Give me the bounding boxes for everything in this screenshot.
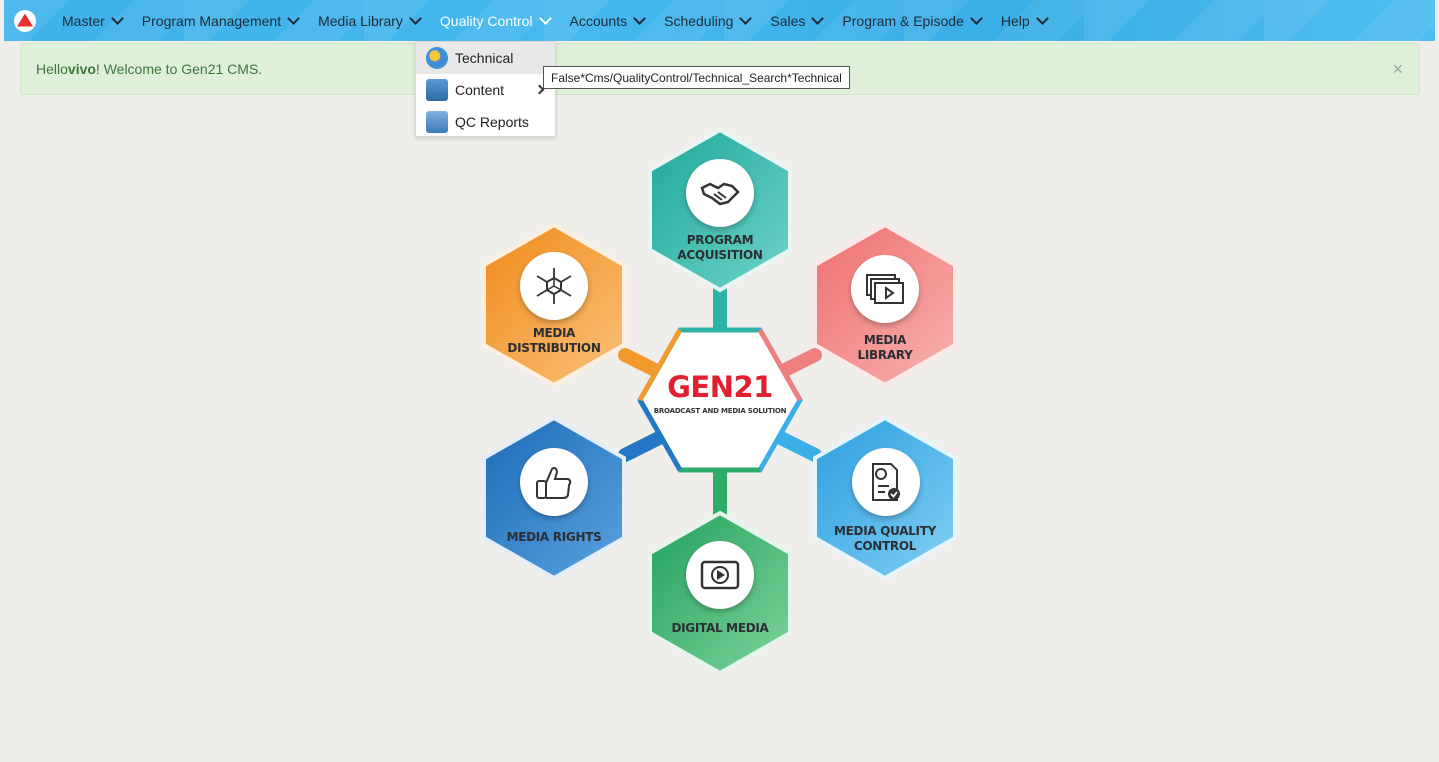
nav-quality-control[interactable]: Quality Control [430,0,560,41]
nav-label: Master [62,12,105,29]
chevron-down-icon [538,12,552,25]
nav-program-management[interactable]: Program Management [132,0,308,41]
module-label: MEDIA [532,326,576,340]
gen21-modules-graphic: GEN21 BROADCAST AND MEDIA SOLUTION PROGR… [470,125,970,680]
nav-label: Help [1000,12,1030,29]
close-icon[interactable]: × [1392,60,1403,78]
nav-media-library[interactable]: Media Library [308,0,430,41]
module-digital-media[interactable]: DIGITAL MEDIA [660,621,780,636]
module-label: MEDIA RIGHTS [506,530,602,544]
menu-item-qc-reports[interactable]: QC Reports [416,106,555,138]
nav-label: Media Library [318,12,403,29]
nav-scheduling[interactable]: Scheduling [654,0,760,41]
module-label: MEDIA [863,333,907,347]
nav-help[interactable]: Help [991,0,1057,41]
thumbs-up-icon[interactable] [520,448,588,516]
alert-message: ! Welcome to Gen21 CMS. [95,61,263,77]
book-icon [426,79,448,101]
nav-label: Accounts [569,12,628,29]
menu-item-technical[interactable]: Technical [416,42,555,74]
nav-label: Sales [770,12,806,29]
menu-item-content[interactable]: Content [416,74,555,106]
report-icon [426,111,448,133]
gen21-logo-title: GEN21 [667,370,773,404]
nav-label: Program & Episode [842,12,964,29]
gen21-logo-subtitle: BROADCAST AND MEDIA SOLUTION [653,407,787,415]
menu-item-label: Technical [455,50,514,66]
module-label: CONTROL [853,539,917,553]
top-navbar: Master Program Management Media Library … [4,0,1435,41]
module-program-acquisition[interactable]: PROGRAM ACQUISITION [660,233,780,263]
handshake-icon[interactable] [686,159,754,227]
tooltip: False*Cms/QualityControl/Technical_Searc… [543,66,850,89]
module-label: MEDIA QUALITY [834,524,936,538]
module-label: DIGITAL MEDIA [671,621,769,635]
nav-label: Program Management [141,12,282,29]
gear-icon [426,47,448,69]
chevron-down-icon [739,12,753,25]
nav-master[interactable]: Master [52,0,132,41]
module-label: PROGRAM [686,233,754,247]
menu-item-label: QC Reports [455,114,529,130]
module-media-rights[interactable]: MEDIA RIGHTS [494,530,614,545]
quality-report-icon[interactable] [852,448,920,516]
chevron-down-icon [811,12,825,25]
module-label: ACQUISITION [677,248,763,262]
media-library-icon[interactable] [851,255,919,323]
distribution-icon[interactable] [520,252,588,320]
chevron-down-icon [409,12,422,25]
module-media-quality-control[interactable]: MEDIA QUALITY CONTROL [825,524,945,554]
alert-username: vivo [67,61,96,77]
nav-program-episode[interactable]: Program & Episode [832,0,990,41]
chevron-down-icon [1035,12,1049,25]
chevron-down-icon [287,12,300,25]
module-media-library[interactable]: MEDIA LIBRARY [825,333,945,363]
module-media-distribution[interactable]: MEDIA DISTRIBUTION [494,326,614,356]
play-icon[interactable] [686,541,754,609]
chevron-down-icon [633,12,646,25]
nav-sales[interactable]: Sales [760,0,832,41]
nav-accounts[interactable]: Accounts [560,0,655,41]
chevron-down-icon [110,12,124,25]
alert-hello: Hello [36,61,68,77]
quality-control-dropdown: Technical Content QC Reports [415,41,556,137]
app-logo-icon[interactable] [14,9,36,32]
nav-label: Quality Control [439,12,533,29]
nav-label: Scheduling [664,12,734,29]
menu-item-label: Content [455,82,505,98]
module-label: DISTRIBUTION [507,341,601,355]
chevron-down-icon [969,12,983,25]
module-label: LIBRARY [857,348,913,362]
